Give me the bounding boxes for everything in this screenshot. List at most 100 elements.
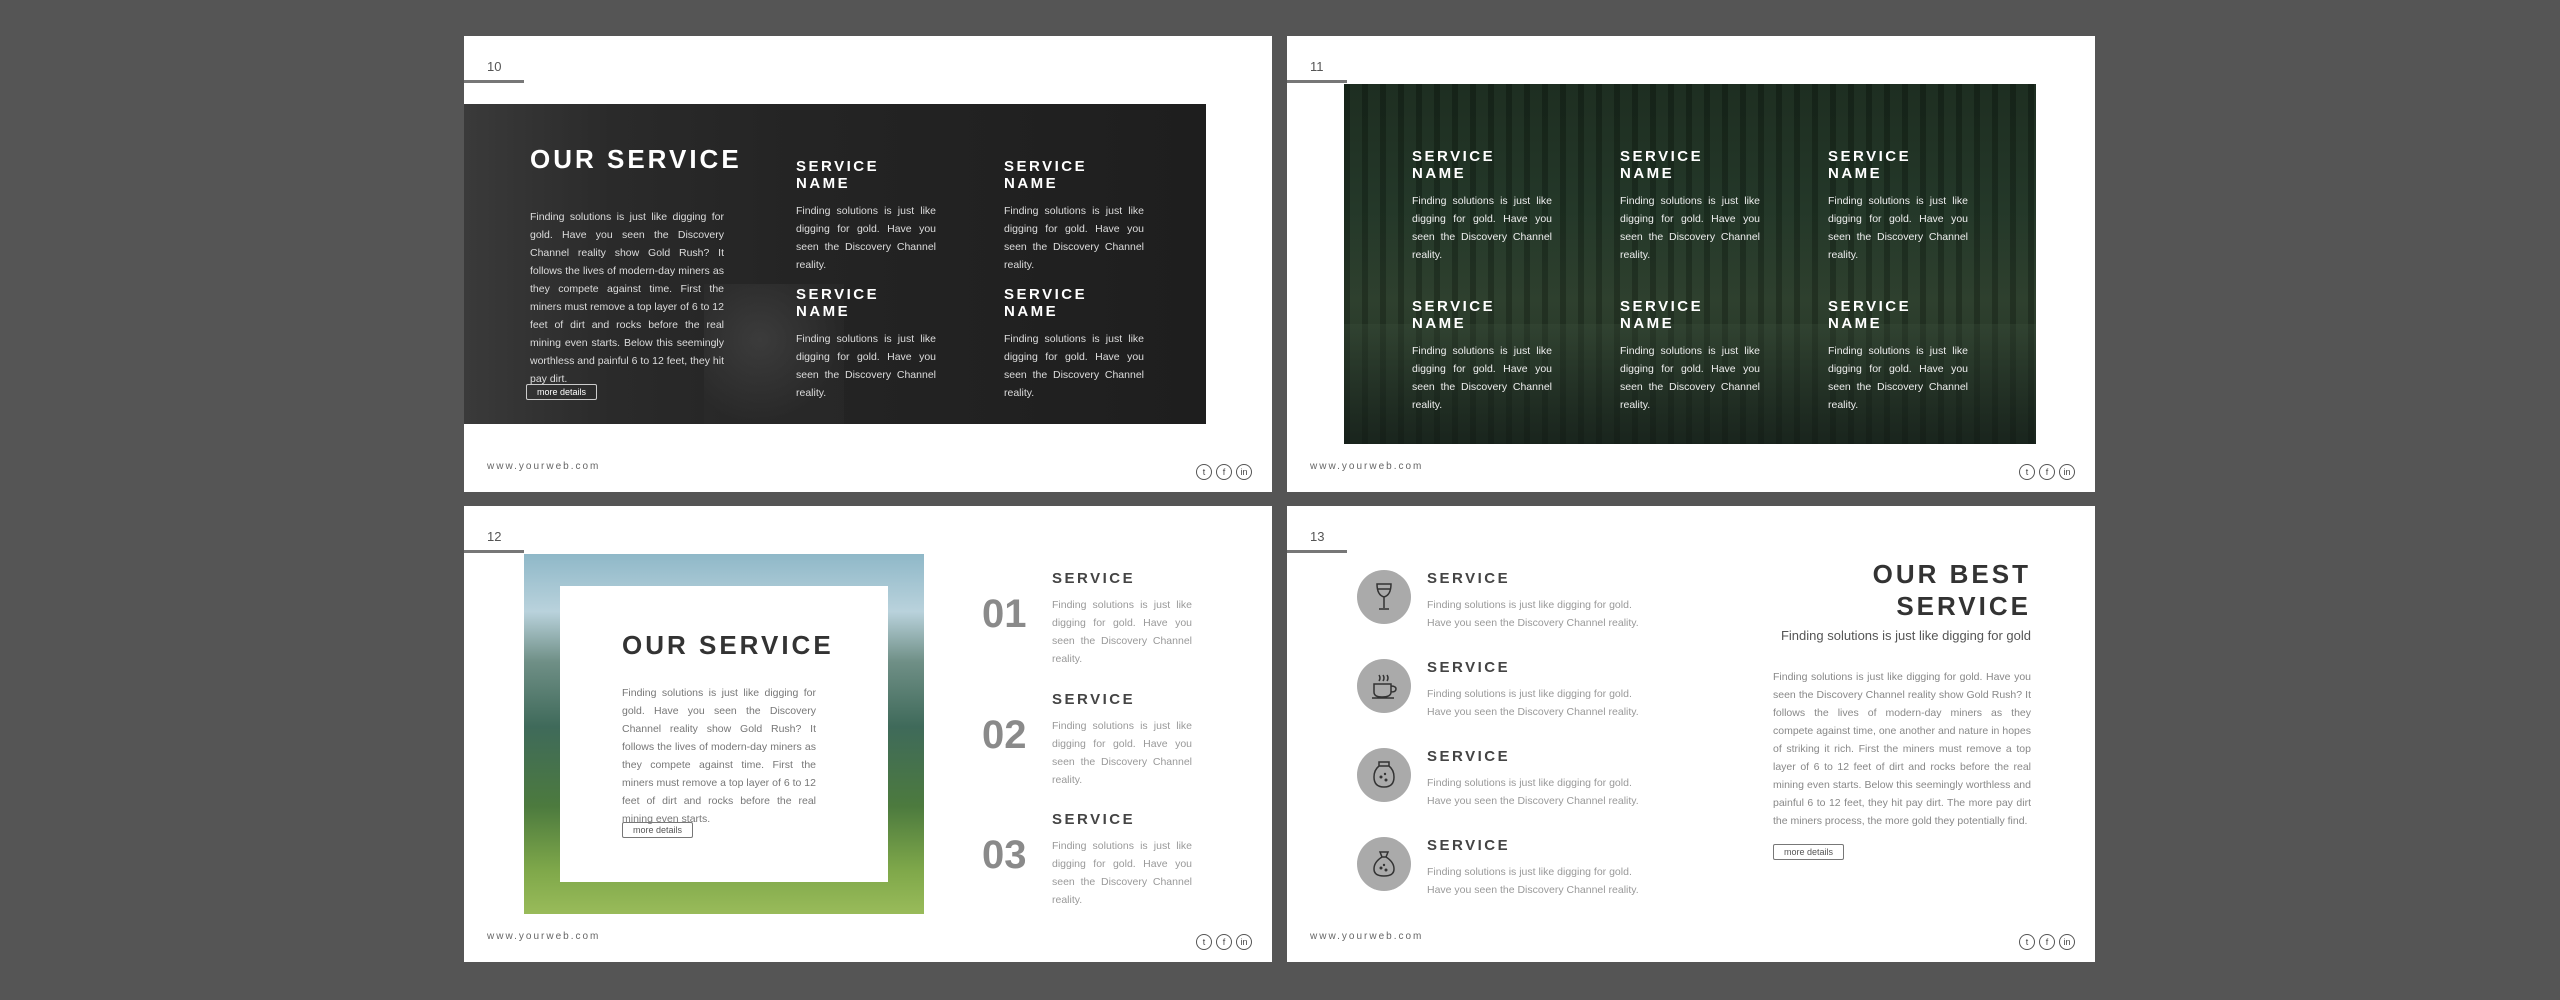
service-title: SERVICE NAME [1004,158,1088,192]
icon-service: SERVICE Finding solutions is just like d… [1357,748,1647,818]
service-text: Finding solutions is just like digging f… [1052,599,1192,665]
footer-url[interactable]: www.yourweb.com [487,931,600,942]
slide-number: 10 [487,59,502,74]
twitter-icon[interactable]: t [2019,934,2035,950]
service-title: SERVICE NAME [1412,298,1496,332]
intro-text: Finding solutions is just like digging f… [530,211,724,385]
service-text: Finding solutions is just like digging f… [1427,688,1639,718]
service-title: SERVICE [1052,570,1136,587]
service-title: SERVICE [1052,811,1136,828]
service-text: Finding solutions is just like digging f… [1004,205,1144,271]
service-title: SERVICE [1427,837,1511,854]
numbered-service: 02 SERVICE Finding solutions is just lik… [982,691,1212,801]
social-links: t f in [2019,934,2075,950]
service-title: SERVICE NAME [796,158,880,192]
social-links: t f in [1196,934,1252,950]
linkedin-icon[interactable]: in [2059,464,2075,480]
service-block: SERVICE NAME Finding solutions is just l… [1004,158,1144,274]
intro-text: Finding solutions is just like digging f… [622,687,816,825]
service-title: SERVICE NAME [796,286,880,320]
linkedin-icon[interactable]: in [1236,934,1252,950]
service-text: Finding solutions is just like digging f… [1427,777,1639,807]
icon-service: SERVICE Finding solutions is just like d… [1357,570,1647,640]
service-title: SERVICE [1427,570,1511,587]
service-block: SERVICE NAME Finding solutions is just l… [1620,298,1760,414]
service-block: SERVICE NAME Finding solutions is just l… [1828,148,1968,264]
service-number: 03 [982,833,1027,877]
number-underline [1287,80,1347,83]
service-text: Finding solutions is just like digging f… [796,205,936,271]
service-text: Finding solutions is just like digging f… [1620,195,1760,261]
service-block: SERVICE NAME Finding solutions is just l… [1412,148,1552,264]
facebook-icon[interactable]: f [1216,464,1232,480]
service-number: 02 [982,713,1027,757]
more-details-button[interactable]: more details [1773,844,1845,860]
page-title: OUR BEST SERVICE [1872,559,2031,621]
more-details-button[interactable]: more details [526,384,598,400]
slide-11: 11 SERVICE NAME Finding solutions is jus… [1287,36,2095,492]
service-number: 01 [982,592,1027,636]
page-title: OUR SERVICE [622,630,834,660]
social-links: t f in [2019,464,2075,480]
service-text: Finding solutions is just like digging f… [1828,345,1968,411]
linkedin-icon[interactable]: in [2059,934,2075,950]
service-block: SERVICE NAME Finding solutions is just l… [1620,148,1760,264]
service-text: Finding solutions is just like digging f… [1412,345,1552,411]
slide-number: 12 [487,529,502,544]
service-text: Finding solutions is just like digging f… [1427,866,1639,896]
service-block: SERVICE NAME Finding solutions is just l… [1004,286,1144,402]
wine-glass-icon [1357,570,1411,624]
service-title: SERVICE NAME [1828,298,1912,332]
service-title: SERVICE [1427,748,1511,765]
jar-icon [1357,748,1411,802]
slide-10: 10 OUR SERVICE Finding solutions is just… [464,36,1272,492]
bag-icon [1357,837,1411,891]
facebook-icon[interactable]: f [1216,934,1232,950]
service-title: SERVICE NAME [1620,148,1704,182]
service-title: SERVICE NAME [1828,148,1912,182]
dark-photo-panel: OUR SERVICE Finding solutions is just li… [464,104,1206,424]
service-block: SERVICE NAME Finding solutions is just l… [796,286,936,402]
service-block: SERVICE NAME Finding solutions is just l… [1412,298,1552,414]
service-block: SERVICE NAME Finding solutions is just l… [1828,298,1968,414]
service-title: SERVICE [1052,691,1136,708]
twitter-icon[interactable]: t [1196,934,1212,950]
slide-13: 13 SERVICE Finding solutions is just lik… [1287,506,2095,962]
icon-service: SERVICE Finding solutions is just like d… [1357,837,1647,907]
more-details-button[interactable]: more details [622,822,694,838]
slide-number: 13 [1310,529,1325,544]
footer-url[interactable]: www.yourweb.com [487,461,600,472]
twitter-icon[interactable]: t [1196,464,1212,480]
footer-url[interactable]: www.yourweb.com [1310,461,1423,472]
service-text: Finding solutions is just like digging f… [1427,599,1639,629]
forest-photo-panel: SERVICE NAME Finding solutions is just l… [1344,84,2036,444]
number-underline [464,550,524,553]
coffee-cup-icon [1357,659,1411,713]
linkedin-icon[interactable]: in [1236,464,1252,480]
slide-number: 11 [1310,59,1324,74]
icon-service: SERVICE Finding solutions is just like d… [1357,659,1647,729]
service-title: SERVICE NAME [1004,286,1088,320]
twitter-icon[interactable]: t [2019,464,2035,480]
service-text: Finding solutions is just like digging f… [1412,195,1552,261]
number-underline [1287,550,1347,553]
facebook-icon[interactable]: f [2039,934,2055,950]
subheading: Finding solutions is just like digging f… [1780,628,2031,643]
service-text: Finding solutions is just like digging f… [1620,345,1760,411]
numbered-service: 01 SERVICE Finding solutions is just lik… [982,570,1212,680]
service-block: SERVICE NAME Finding solutions is just l… [796,158,936,274]
slide-12: 12 OUR SERVICE Finding solutions is just… [464,506,1272,962]
facebook-icon[interactable]: f [2039,464,2055,480]
numbered-service: 03 SERVICE Finding solutions is just lik… [982,811,1212,921]
service-text: Finding solutions is just like digging f… [1052,720,1192,786]
service-text: Finding solutions is just like digging f… [1828,195,1968,261]
body-text: Finding solutions is just like digging f… [1773,671,2031,827]
service-title: SERVICE [1427,659,1511,676]
service-title: SERVICE NAME [1412,148,1496,182]
service-text: Finding solutions is just like digging f… [1004,333,1144,399]
service-text: Finding solutions is just like digging f… [1052,840,1192,906]
page-title: OUR SERVICE [530,144,742,174]
footer-url[interactable]: www.yourweb.com [1310,931,1423,942]
service-title: SERVICE NAME [1620,298,1704,332]
service-text: Finding solutions is just like digging f… [796,333,936,399]
